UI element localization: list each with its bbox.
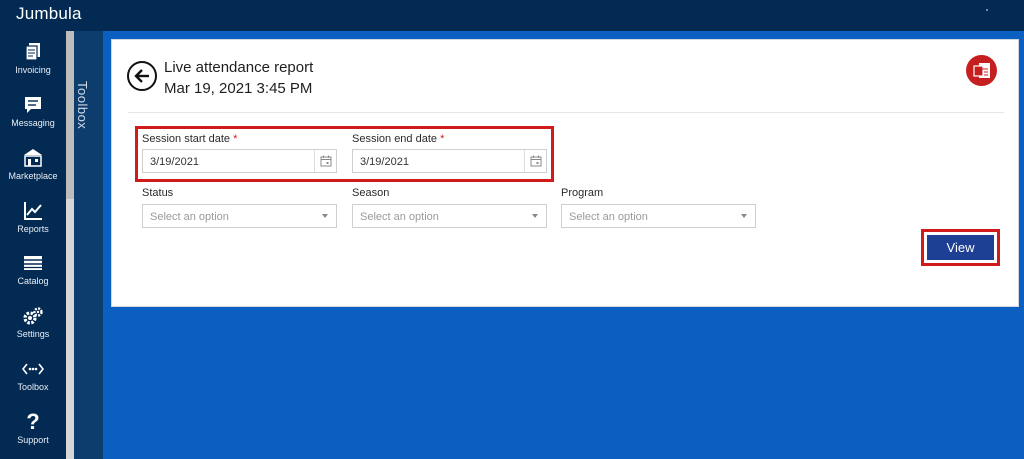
calendar-icon[interactable] xyxy=(524,150,546,172)
nav-item-catalog[interactable]: Catalog xyxy=(0,246,66,298)
season-placeholder: Select an option xyxy=(360,211,439,223)
session-start-date-input[interactable]: 3/19/2021 xyxy=(142,149,337,173)
status-select[interactable]: Select an option xyxy=(142,204,337,228)
export-pdf-icon xyxy=(972,63,990,78)
program-select[interactable]: Select an option xyxy=(561,204,756,228)
nav-item-label: Settings xyxy=(16,329,50,339)
nav-item-label: Reports xyxy=(17,224,49,234)
nav-item-messaging[interactable]: Messaging xyxy=(0,88,66,140)
required-marker: * xyxy=(440,133,445,145)
top-bar: Jumbula xyxy=(0,0,1024,31)
nav-item-label: Marketplace xyxy=(8,171,58,181)
nav-scrollbar-thumb[interactable] xyxy=(66,31,74,199)
session-end-date-value: 3/19/2021 xyxy=(360,156,409,168)
session-end-label: Session end date * xyxy=(352,133,445,145)
header-divider xyxy=(128,112,1004,113)
required-marker: * xyxy=(233,133,238,145)
caret-down-icon xyxy=(322,214,328,218)
session-start-label: Session start date * xyxy=(142,133,238,145)
nav-item-reports[interactable]: Reports xyxy=(0,194,66,246)
nav-item-support[interactable]: ? Support xyxy=(0,405,66,457)
season-label: Season xyxy=(352,187,390,199)
status-placeholder: Select an option xyxy=(150,211,229,223)
nav-item-invoicing[interactable]: Invoicing xyxy=(0,35,66,87)
question-icon: ? xyxy=(26,409,40,434)
nav-item-settings[interactable]: Settings xyxy=(0,299,66,351)
export-button[interactable] xyxy=(966,55,997,86)
caret-down-icon xyxy=(741,214,747,218)
invoice-icon xyxy=(0,41,66,63)
chart-icon xyxy=(0,200,66,222)
nav-item-marketplace[interactable]: Marketplace xyxy=(0,141,66,193)
report-card: Live attendance report Mar 19, 2021 3:45… xyxy=(111,39,1019,307)
view-button[interactable]: View xyxy=(927,235,994,260)
program-placeholder: Select an option xyxy=(569,211,648,223)
nav-item-toolbox[interactable]: Toolbox xyxy=(0,352,66,404)
page-title: Live attendance report xyxy=(164,59,314,76)
gear-icon xyxy=(0,305,66,327)
nav-item-label: Messaging xyxy=(11,118,55,128)
session-end-date-input[interactable]: 3/19/2021 xyxy=(352,149,547,173)
caret-down-icon xyxy=(532,214,538,218)
calendar-icon[interactable] xyxy=(314,150,336,172)
back-button[interactable] xyxy=(127,61,157,91)
catalog-icon xyxy=(0,252,66,274)
marketplace-icon xyxy=(0,147,66,169)
toolbox-panel[interactable]: Toolbox xyxy=(74,31,103,459)
left-nav: Invoicing Messaging Marketplace Reports … xyxy=(0,31,66,459)
program-label: Program xyxy=(561,187,604,199)
nav-item-label: Support xyxy=(17,435,49,445)
nav-item-label: Toolbox xyxy=(17,382,49,392)
toolbox-label: Toolbox xyxy=(75,81,90,130)
report-datetime: Mar 19, 2021 3:45 PM xyxy=(164,80,313,97)
toolbox-icon xyxy=(0,358,66,380)
status-label: Status xyxy=(142,187,174,199)
nav-item-label: Catalog xyxy=(17,276,49,286)
message-icon xyxy=(0,94,66,116)
brand-logo[interactable]: Jumbula xyxy=(16,4,82,24)
season-select[interactable]: Select an option xyxy=(352,204,547,228)
session-start-date-value: 3/19/2021 xyxy=(150,156,199,168)
arrow-left-icon xyxy=(134,69,149,83)
topbar-indicator xyxy=(986,9,988,11)
nav-item-label: Invoicing xyxy=(15,65,51,75)
